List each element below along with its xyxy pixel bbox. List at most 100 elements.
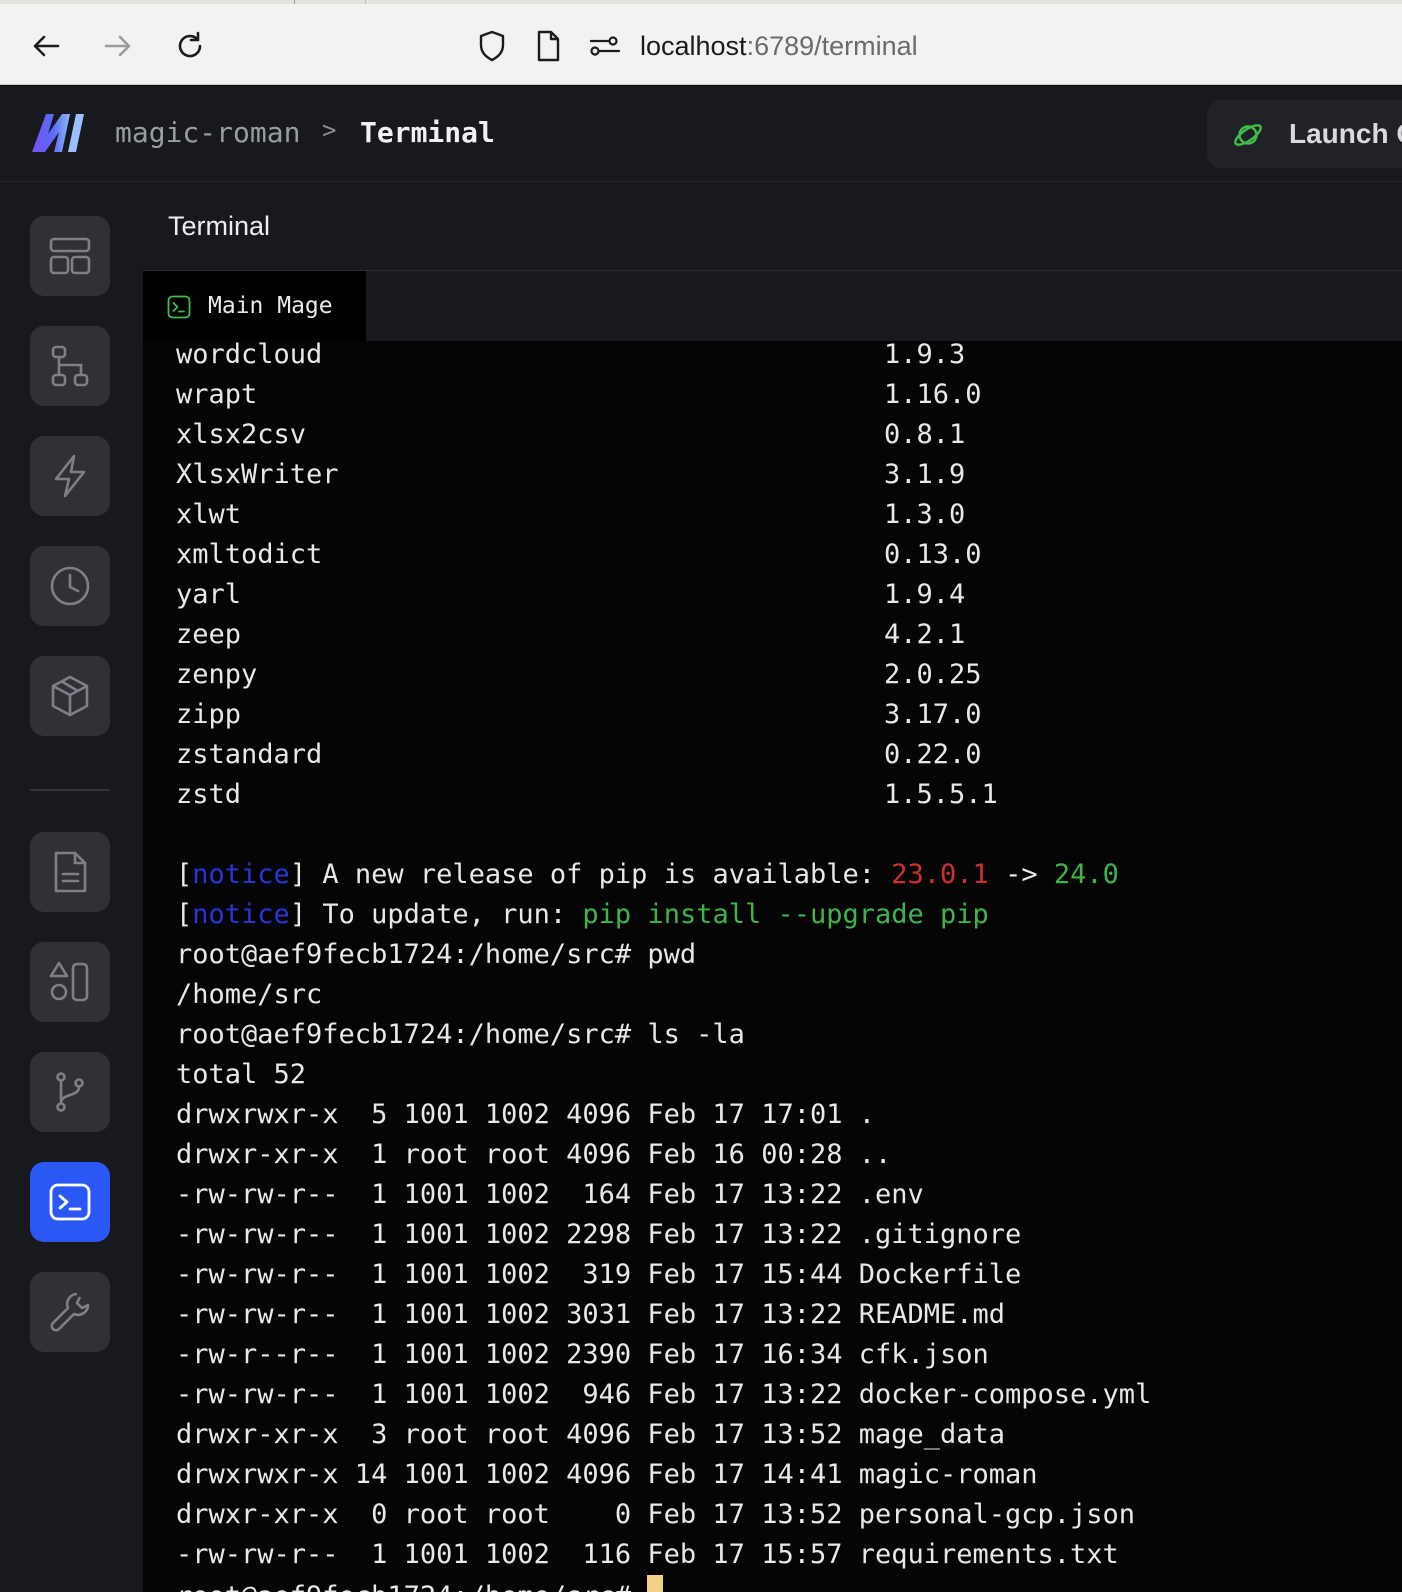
session-text: drwxr-xr-x 0 root root 0 Feb 17 13:52 pe… <box>176 1499 1136 1530</box>
mage-logo-icon[interactable] <box>32 112 84 154</box>
arrow-right-icon <box>104 35 131 57</box>
session-text: -rw-rw-r-- 1 1001 1002 946 Feb 17 13:22 … <box>176 1379 1152 1410</box>
panel-header: Terminal <box>143 182 1402 271</box>
page-icon <box>537 30 560 62</box>
terminal-tabbar: Main Mage <box>143 271 1402 341</box>
forward-button[interactable] <box>98 26 138 66</box>
sidebar-item-pipeline-runs[interactable] <box>30 546 110 626</box>
sidebar-item-version-control[interactable] <box>30 1052 110 1132</box>
layout-icon <box>49 237 91 275</box>
shield-icon <box>479 30 505 62</box>
package-name: xlwt <box>176 499 242 530</box>
pip-notice-update: [notice] To update, run: pip install --u… <box>176 895 1151 935</box>
session-text: root@aef9fecb1724:/home/src# pwd <box>176 939 697 970</box>
planet-icon <box>1234 124 1262 146</box>
session-text: -rw-rw-r-- 1 1001 1002 3031 Feb 17 13:22… <box>176 1299 1006 1330</box>
tabstrip-edge <box>0 0 1402 4</box>
session-text: drwxrwxr-x 14 1001 1002 4096 Feb 17 14:4… <box>176 1459 1038 1490</box>
session-line: -rw-rw-r-- 1 1001 1002 319 Feb 17 15:44 … <box>176 1255 1151 1295</box>
package-name: wrapt <box>176 379 258 410</box>
breadcrumb-current-page: Terminal <box>360 116 495 149</box>
sliders-icon <box>589 36 621 56</box>
package-row: zenpy 2.0.25 <box>176 655 1151 695</box>
sidebar-divider <box>30 789 110 791</box>
sidebar-item-settings[interactable] <box>30 1272 110 1352</box>
sidebar-item-blocks[interactable] <box>30 656 110 736</box>
launch-button[interactable]: Launch C <box>1207 100 1402 168</box>
package-row: XlsxWriter 3.1.9 <box>176 455 1151 495</box>
session-line: -rw-rw-r-- 1 1001 1002 116 Feb 17 15:57 … <box>176 1535 1151 1575</box>
notice-tag: notice <box>192 859 290 890</box>
package-version: 1.9.4 <box>884 579 966 610</box>
sidebar-item-templates[interactable] <box>30 942 110 1022</box>
session-line: -rw-rw-r-- 1 1001 1002 946 Feb 17 13:22 … <box>176 1375 1151 1415</box>
package-name: yarl <box>176 579 242 610</box>
session-line: drwxr-xr-x 3 root root 4096 Feb 17 13:52… <box>176 1415 1151 1455</box>
package-row: yarl 1.9.4 <box>176 575 1151 615</box>
tracking-protection-button[interactable] <box>476 26 508 66</box>
breadcrumb-chevron-icon: > <box>322 116 337 144</box>
arrow-left-icon <box>33 35 60 57</box>
session-line: drwxrwxr-x 5 1001 1002 4096 Feb 17 17:01… <box>176 1095 1151 1135</box>
clock-icon <box>50 566 90 606</box>
package-name: zstd <box>176 779 242 810</box>
terminal-output[interactable]: wordcloud 1.9.3 wrapt 1.16.0 xlsx2csv 0.8.1 Xl… <box>143 341 1402 1592</box>
reload-button[interactable] <box>170 26 210 66</box>
launch-button-label: Launch C <box>1289 118 1402 149</box>
terminal-tab-icon <box>167 295 191 319</box>
session-line: -rw-rw-r-- 1 1001 1002 3031 Feb 17 13:22… <box>176 1295 1151 1335</box>
reload-icon <box>178 31 202 58</box>
session-line: -rw-rw-r-- 1 1001 1002 164 Feb 17 13:22 … <box>176 1175 1151 1215</box>
session-text: drwxrwxr-x 5 1001 1002 4096 Feb 17 17:01… <box>176 1099 875 1130</box>
sidebar-item-pipelines[interactable] <box>30 326 110 406</box>
lightning-icon <box>54 454 86 498</box>
terminal-lines: wordcloud 1.9.3 wrapt 1.16.0 xlsx2csv 0.8.1 Xl… <box>176 341 1151 1592</box>
package-row: wrapt 1.16.0 <box>176 375 1151 415</box>
back-button[interactable] <box>26 26 66 66</box>
session-text: root@aef9fecb1724:/home/src# ls -la <box>176 1019 745 1050</box>
browser-toolbar: localhost:6789/terminal <box>0 0 1402 85</box>
url-bar[interactable]: localhost:6789/terminal <box>640 28 918 64</box>
sidebar-item-terminal[interactable] <box>30 1162 110 1242</box>
pip-notice-release: [notice] A new release of pip is availab… <box>176 855 1151 895</box>
package-version: 0.22.0 <box>884 739 982 770</box>
notice-bracket: ] <box>289 859 307 890</box>
pip-old-version: 23.0.1 <box>891 859 989 890</box>
package-version: 1.3.0 <box>884 499 966 530</box>
breadcrumb-project[interactable]: magic-roman <box>115 114 300 152</box>
tab-main-mage[interactable]: Main Mage <box>143 271 366 341</box>
package-row: zstd 1.5.5.1 <box>176 775 1151 815</box>
sidebar-item-files[interactable] <box>30 832 110 912</box>
package-version: 4.2.1 <box>884 619 966 650</box>
sidebar-item-overview[interactable] <box>30 216 110 296</box>
package-row: wordcloud 1.9.3 <box>176 341 1151 375</box>
permissions-button[interactable] <box>588 26 622 66</box>
notice-bracket: [ <box>176 859 193 890</box>
session-line: drwxrwxr-x 14 1001 1002 4096 Feb 17 14:4… <box>176 1455 1151 1495</box>
package-row: xmltodict 0.13.0 <box>176 535 1151 575</box>
sidebar-item-triggers[interactable] <box>30 436 110 516</box>
session-text: -rw-rw-r-- 1 1001 1002 319 Feb 17 15:44 … <box>176 1259 1022 1290</box>
terminal-icon <box>49 1183 91 1221</box>
package-version: 3.17.0 <box>884 699 982 730</box>
package-version: 2.0.25 <box>884 659 982 690</box>
package-version: 1.5.5.1 <box>884 779 998 810</box>
package-version: 1.16.0 <box>884 379 982 410</box>
session-text: -rw-r--r-- 1 1001 1002 2390 Feb 17 16:34… <box>176 1339 989 1370</box>
sidebar <box>0 182 143 1592</box>
page-info-button[interactable] <box>534 26 562 66</box>
package-name: xmltodict <box>176 539 323 570</box>
arrow-icon: -> <box>988 859 1054 890</box>
session-line: total 52 <box>176 1055 1151 1095</box>
pipeline-tree-icon <box>51 345 89 387</box>
session-line: -rw-r--r-- 1 1001 1002 2390 Feb 17 16:34… <box>176 1335 1151 1375</box>
shapes-icon <box>49 961 89 1002</box>
wrench-icon <box>50 1292 90 1332</box>
shell-prompt: root@aef9fecb1724:/home/src# <box>176 1581 647 1592</box>
tab-label: Main Mage <box>208 293 333 319</box>
url-path: :6789/terminal <box>746 31 918 61</box>
session-text: -rw-rw-r-- 1 1001 1002 164 Feb 17 13:22 … <box>176 1179 924 1210</box>
notice-text: To update, run: <box>306 899 583 930</box>
session-text: -rw-rw-r-- 1 1001 1002 116 Feb 17 15:57 … <box>176 1539 1119 1570</box>
